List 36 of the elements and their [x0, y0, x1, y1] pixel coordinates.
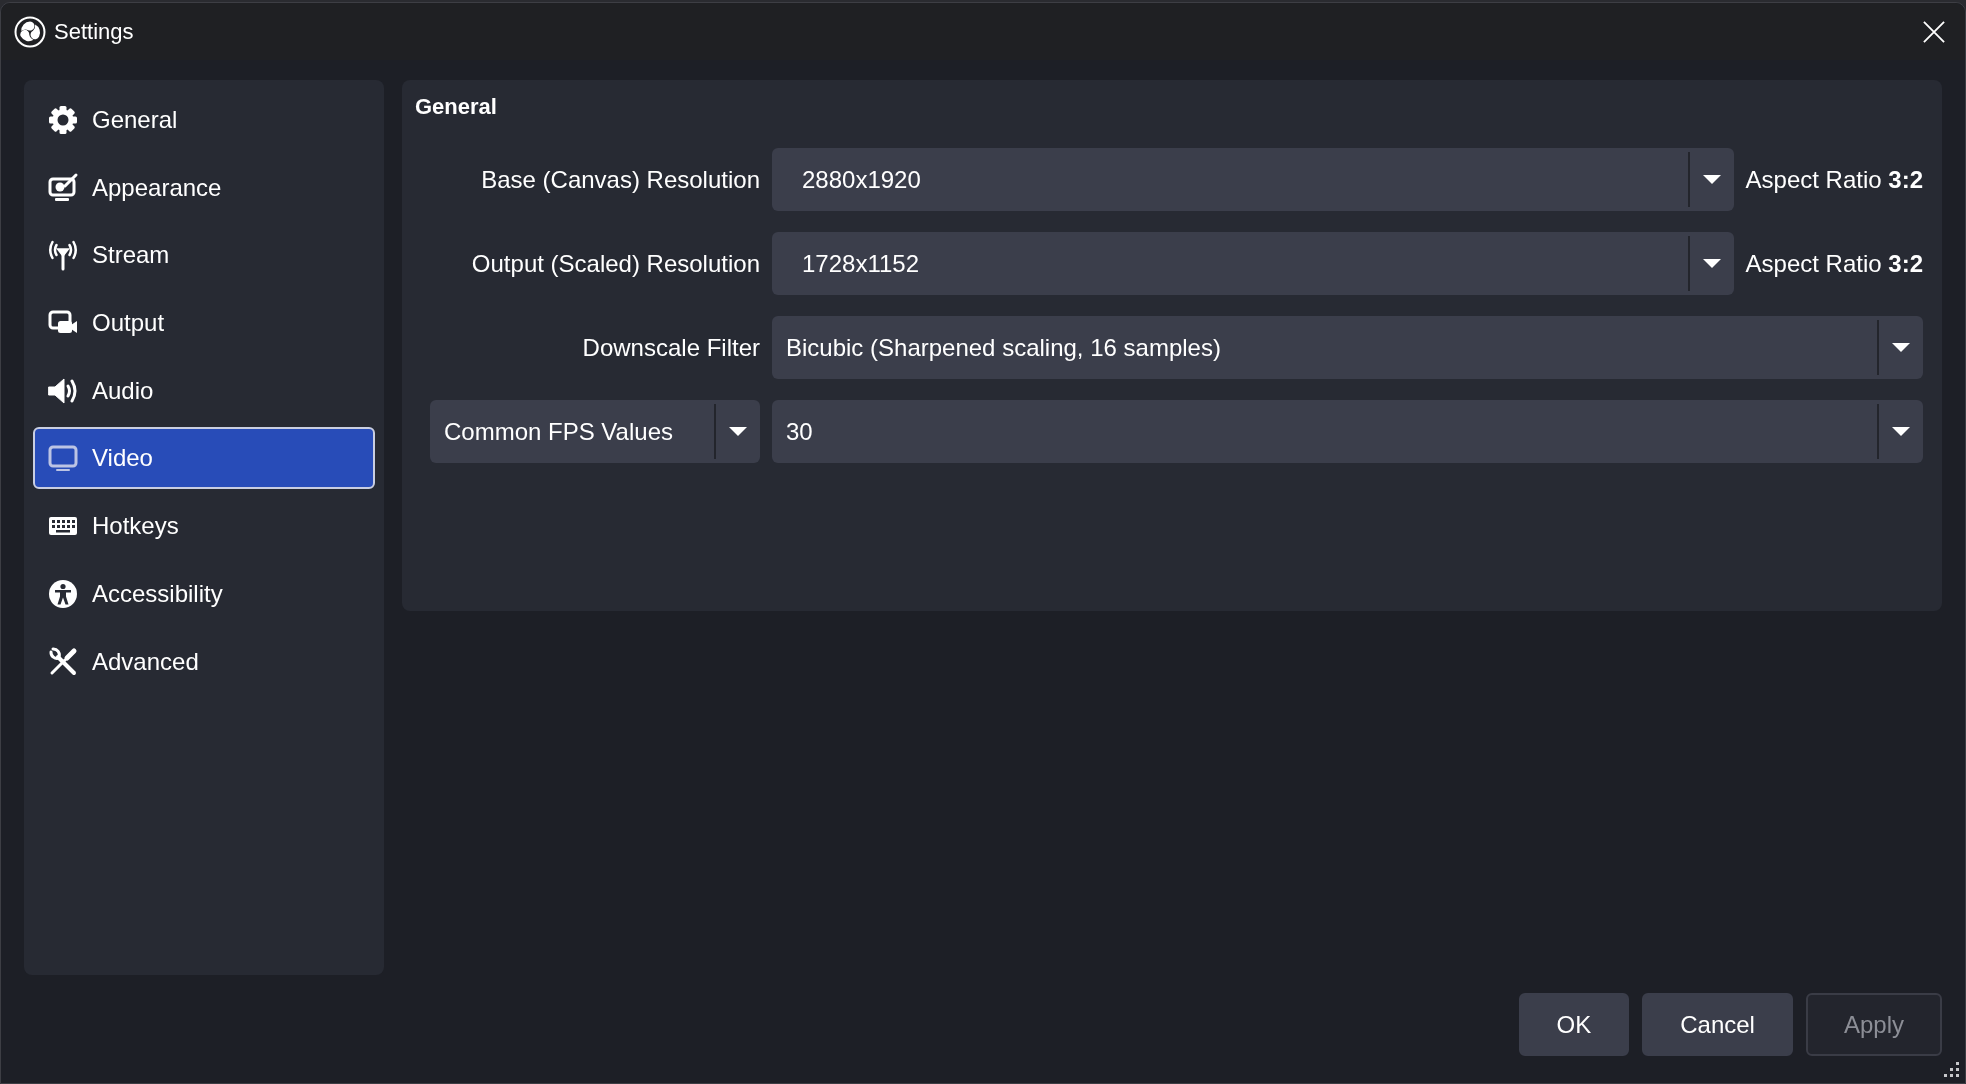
field-label: Downscale Filter	[582, 333, 760, 362]
monitor-brush-icon	[47, 171, 79, 204]
aspect-ratio-text: Aspect Ratio 3:2	[1745, 165, 1923, 194]
sidebar-item[interactable]: Appearance	[33, 156, 375, 219]
aspect-ratio-text: Aspect Ratio 3:2	[1745, 249, 1923, 278]
sidebar-item[interactable]: Output	[33, 292, 375, 355]
sidebar-item[interactable]: General	[33, 89, 375, 151]
resize-grip-icon[interactable]	[1943, 1061, 1960, 1078]
sidebar-item[interactable]: Accessibility	[33, 562, 375, 625]
dialog-button[interactable]: Cancel	[1642, 993, 1793, 1056]
combo-box[interactable]: 30	[772, 400, 1923, 463]
sidebar-item[interactable]: Hotkeys	[33, 495, 375, 558]
sidebar-item[interactable]: Advanced	[33, 630, 375, 693]
combo-box[interactable]: 2880x1920	[772, 148, 1734, 211]
caret-icon	[1892, 427, 1910, 436]
accessibility-icon	[47, 577, 79, 610]
swirl-logo-icon	[14, 15, 46, 48]
tools-icon	[47, 645, 79, 678]
gear-icon	[47, 104, 79, 136]
caret-icon	[1892, 343, 1910, 352]
caret-icon	[1702, 259, 1721, 268]
field-label: Base (Canvas) Resolution	[481, 165, 760, 194]
combo-box[interactable]: 1728x1152	[772, 232, 1734, 295]
sidebar-item[interactable]: Video	[33, 427, 375, 490]
window-title: Settings	[54, 18, 134, 45]
section-heading: General	[415, 93, 497, 121]
sidebar-item[interactable]: Audio	[33, 359, 375, 422]
close-icon[interactable]	[1923, 20, 1945, 43]
field-label: Output (Scaled) Resolution	[471, 249, 760, 278]
antenna-icon	[47, 239, 79, 272]
combo-box[interactable]: Bicubic (Sharpened scaling, 16 samples)	[772, 316, 1923, 379]
dialog-button[interactable]: OK	[1518, 993, 1630, 1056]
sidebar-item[interactable]: Stream	[33, 224, 375, 287]
combo-box[interactable]: Common FPS Values	[430, 400, 760, 463]
caret-icon	[1702, 175, 1721, 184]
caret-icon	[729, 427, 747, 436]
